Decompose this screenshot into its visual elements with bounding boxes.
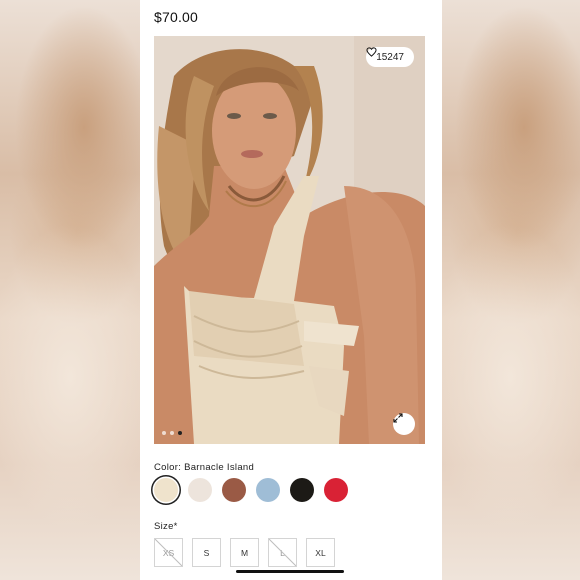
image-pagination (162, 431, 182, 435)
color-swatch[interactable] (290, 478, 314, 502)
color-swatch[interactable] (222, 478, 246, 502)
size-label: Size* (154, 521, 178, 532)
home-indicator (236, 570, 344, 573)
color-swatch[interactable] (154, 478, 178, 502)
color-swatch[interactable] (256, 478, 280, 502)
color-swatches (154, 478, 348, 502)
color-label: Color: Barnacle Island (154, 462, 255, 473)
size-options: XS S M L XL (154, 538, 335, 567)
pagination-dot[interactable] (162, 431, 166, 435)
expand-arrows-icon (393, 413, 403, 423)
size-option-s[interactable]: S (192, 538, 221, 567)
model-photo (154, 36, 425, 444)
size-option-m[interactable]: M (230, 538, 259, 567)
pagination-dot[interactable] (170, 431, 174, 435)
like-count: 15247 (376, 51, 404, 63)
product-panel: $70.00 15247 Color: Barnacle Island Size… (140, 0, 442, 580)
size-option-xl[interactable]: XL (306, 538, 335, 567)
product-price: $70.00 (154, 9, 199, 25)
color-swatch[interactable] (324, 478, 348, 502)
product-image[interactable]: 15247 (154, 36, 425, 444)
blurred-background-right (440, 0, 580, 580)
color-swatch[interactable] (188, 478, 212, 502)
size-option-l[interactable]: L (268, 538, 297, 567)
blurred-background-left (0, 0, 140, 580)
heart-icon (366, 47, 377, 57)
size-option-xs[interactable]: XS (154, 538, 183, 567)
like-button[interactable]: 15247 (366, 47, 414, 67)
pagination-dot-active[interactable] (178, 431, 182, 435)
expand-image-button[interactable] (393, 413, 415, 435)
